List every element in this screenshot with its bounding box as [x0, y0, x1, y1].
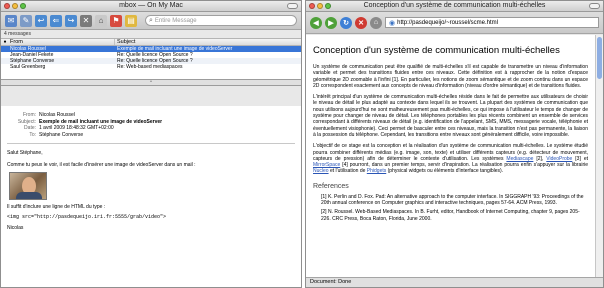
table-row[interactable]: Saul Greenberg Re: Web-based mediaspaces	[1, 64, 301, 70]
note-icon[interactable]: ▤	[125, 14, 137, 27]
message-greeting: Salut Stéphane,	[7, 150, 43, 156]
back-icon[interactable]: ◀	[310, 16, 322, 29]
mail-window-title: mbox — On My Mac	[119, 2, 183, 9]
status-bar: Document: Done	[306, 277, 603, 287]
browser-toolbar: ◀ ▶ ↻ ✕ ⌂ ◉ http://pasdequeijo/~roussel/…	[306, 12, 603, 34]
junk-icon[interactable]: ⌂	[95, 14, 107, 27]
message-count: 4 messages	[1, 30, 301, 38]
reference-1: [1] K. Perlin and D. Fox. Pad: An altern…	[321, 193, 584, 207]
home-icon[interactable]: ⌂	[370, 16, 382, 29]
get-mail-icon[interactable]: ✉	[5, 14, 17, 27]
url-field[interactable]: ◉ http://pasdequeijo/~roussel/scme.html	[385, 17, 599, 28]
scrollbar-thumb[interactable]	[597, 37, 602, 79]
toolbar-toggle-button[interactable]	[589, 3, 600, 9]
column-subject[interactable]: Subject	[115, 39, 301, 45]
browser-window: Conception d'un système de communication…	[305, 0, 604, 288]
globe-icon: ◉	[389, 19, 396, 27]
url-text: http://pasdequeijo/~roussel/scme.html	[397, 19, 498, 26]
compose-icon[interactable]: ✎	[20, 14, 32, 27]
link-nucleo[interactable]: Nucleo	[313, 168, 329, 174]
mail-titlebar[interactable]: mbox — On My Mac	[1, 1, 301, 12]
pane-splitter[interactable]: •	[1, 80, 301, 86]
references-heading: References	[313, 182, 349, 190]
paragraph-1: Un système de communication peut être qu…	[313, 64, 588, 89]
unread-column-icon[interactable]: ●	[1, 39, 9, 45]
message-line-2: Il suffit d'inclure une ligne de HTML du…	[7, 204, 106, 210]
link-mirrorspace[interactable]: MirrorSpace	[313, 162, 340, 168]
reply-all-icon[interactable]: ⇐	[50, 14, 62, 27]
forward-icon[interactable]: ▶	[325, 16, 337, 29]
header-divider	[7, 143, 295, 144]
message-view: From: Nicolas Roussel Subject: Exemple d…	[1, 106, 301, 287]
web-page: Conception d'un système de communication…	[306, 35, 595, 277]
toolbar-toggle-button[interactable]	[287, 3, 298, 9]
message-signature: Nicolas	[7, 224, 24, 231]
reload-icon[interactable]: ↻	[340, 16, 352, 29]
row-subject: Re: Web-based mediaspaces	[117, 64, 183, 70]
message-list: Nicolas Roussel Exemple de mail incluant…	[1, 46, 301, 80]
mail-toolbar: ✉ ✎ ↩ ⇐ ↪ ✕ ⌂ ⚑ ▤ ⌕ Entire Message	[1, 12, 301, 30]
message-list-header: ● From Subject	[1, 38, 301, 46]
stop-icon[interactable]: ✕	[355, 16, 367, 29]
row-from: Saul Greenberg	[10, 64, 46, 70]
link-mediascape[interactable]: Mediascape	[506, 156, 533, 162]
link-phidgets[interactable]: Phidgets	[367, 168, 386, 174]
search-input[interactable]: ⌕ Entire Message	[145, 15, 297, 26]
message-code: <img src="http://pasdequeijo.iri.fr:5555…	[7, 213, 167, 220]
embedded-video-image	[9, 172, 47, 200]
link-videoprobe[interactable]: VideoProbe	[546, 156, 572, 162]
vertical-scrollbar[interactable]	[595, 35, 603, 277]
reply-icon[interactable]: ↩	[35, 14, 47, 27]
message-line-1: Comme tu peux le voir, il est facile d'i…	[7, 161, 196, 168]
header-to: To: Stéphane Converse	[29, 131, 84, 138]
paragraph-2: L'intérêt principal d'un système de comm…	[313, 94, 588, 138]
page-title: Conception d'un système de communication…	[313, 45, 560, 56]
mail-window: mbox — On My Mac ✉ ✎ ↩ ⇐ ↪ ✕ ⌂ ⚑ ▤ ⌕ Ent…	[0, 0, 302, 288]
flag-icon[interactable]: ⚑	[110, 14, 122, 27]
reference-2: [2] N. Roussel. Web-Based Mediaspaces. I…	[321, 209, 580, 222]
paragraph-3: L'objectif de ce stage est la conception…	[313, 143, 589, 175]
search-placeholder: Entire Message	[154, 17, 197, 24]
column-from[interactable]: From	[9, 39, 115, 45]
search-icon: ⌕	[149, 16, 153, 24]
browser-window-title: Conception d'un système de communication…	[363, 2, 546, 9]
delete-icon[interactable]: ✕	[80, 14, 92, 27]
browser-titlebar[interactable]: Conception d'un système de communication…	[306, 1, 603, 12]
forward-icon[interactable]: ↪	[65, 14, 77, 27]
